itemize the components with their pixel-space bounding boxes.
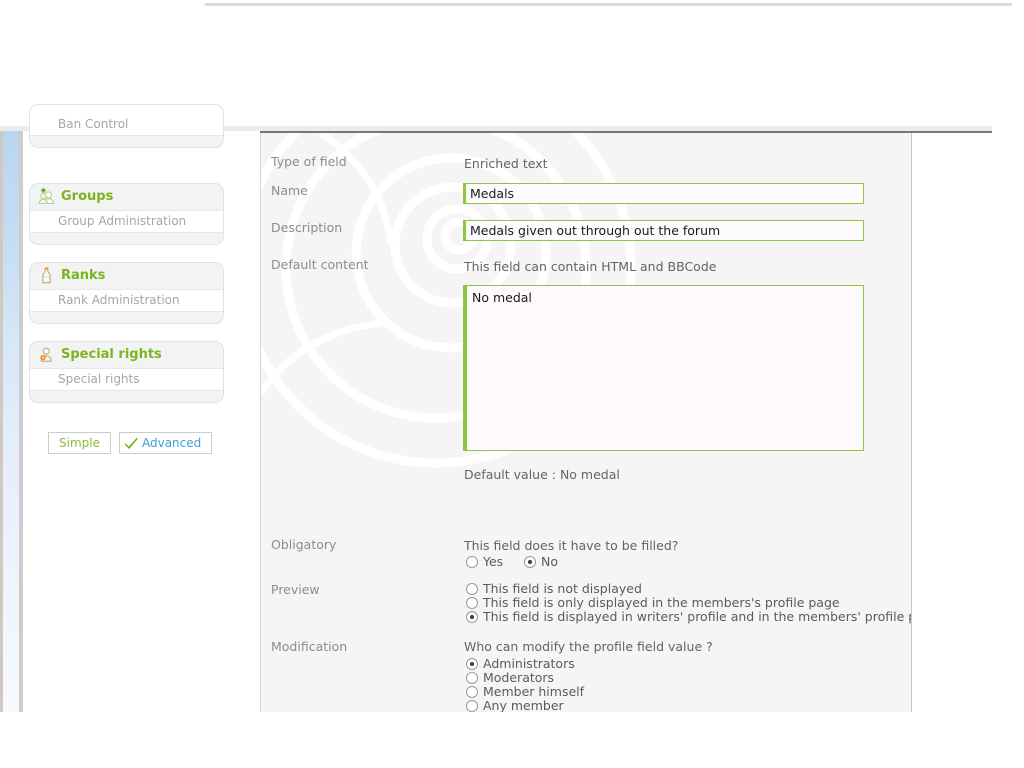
radio-preview-not-displayed[interactable]	[466, 582, 478, 595]
sidebar-block-special-rights: Special rights Special rights	[29, 341, 224, 403]
modification-option-3[interactable]: Member himself	[466, 684, 584, 699]
label-obligatory: Obligatory	[271, 537, 337, 552]
sidebar-block-footer	[30, 233, 223, 244]
sidebar-item-special-rights[interactable]: Special rights	[30, 368, 223, 391]
label-modification: Modification	[271, 639, 348, 654]
obligatory-question: This field does it have to be filled?	[464, 538, 679, 553]
green-check-icon	[124, 436, 139, 450]
radio-obligatory-no[interactable]	[524, 555, 536, 568]
sidebar-item-ban-control[interactable]: Ban Control	[30, 105, 223, 136]
value-type-of-field: Enriched text	[464, 156, 548, 171]
sidebar-block-footer	[30, 312, 223, 323]
sidebar-item-rank-administration[interactable]: Rank Administration	[30, 289, 223, 312]
modification-option-1-label: Administrators	[483, 656, 575, 671]
label-type-of-field: Type of field	[271, 154, 347, 169]
advanced-mode-label: Advanced	[141, 435, 202, 450]
sidebar-block-footer	[30, 391, 223, 402]
label-description: Description	[271, 220, 343, 235]
modification-option-2[interactable]: Moderators	[466, 670, 554, 685]
sidebar-block-groups-title: Groups	[61, 189, 114, 204]
default-content-hint: This field can contain HTML and BBCode	[464, 259, 717, 274]
description-input[interactable]	[463, 220, 864, 241]
sidebar-block-special-rights-title: Special rights	[61, 347, 162, 362]
sidebar-block-groups-header: Groups	[30, 184, 223, 210]
special-rights-icon	[38, 346, 55, 363]
radio-modification-administrators[interactable]	[466, 657, 478, 670]
sidebar-block-special-rights-header: Special rights	[30, 342, 223, 368]
label-preview: Preview	[271, 582, 320, 597]
modification-question: Who can modify the profile field value ?	[464, 639, 713, 654]
modification-option-2-label: Moderators	[483, 670, 555, 685]
sidebar-block-ban: Ban Control	[29, 104, 224, 148]
main-content-panel: Type of field Enriched text Name Descrip…	[260, 133, 912, 712]
label-name: Name	[271, 183, 308, 198]
radio-modification-moderators[interactable]	[466, 671, 478, 684]
rank-icon	[38, 267, 55, 284]
modification-option-3-label: Member himself	[483, 684, 585, 699]
modification-option-4[interactable]: Any member	[466, 698, 564, 712]
obligatory-option-yes[interactable]: Yes	[466, 554, 503, 569]
groups-icon	[38, 188, 55, 205]
radio-preview-writers-and-members[interactable]	[466, 610, 478, 623]
sidebar-block-footer	[30, 136, 223, 147]
sidebar-item-group-administration[interactable]: Group Administration	[30, 210, 223, 233]
preview-option-1-label: This field is not displayed	[483, 581, 642, 596]
preview-option-3[interactable]: This field is displayed in writers' prof…	[466, 609, 912, 624]
preview-option-3-label: This field is displayed in writers' prof…	[483, 609, 912, 624]
preview-option-2-label: This field is only displayed in the memb…	[483, 595, 840, 610]
radio-modification-any-member[interactable]	[466, 699, 478, 712]
modification-option-1[interactable]: Administrators	[466, 656, 575, 671]
sidebar: Ban Control Groups Group Administration	[23, 104, 260, 712]
page-accent-strip	[3, 131, 19, 712]
label-default-content: Default content	[271, 257, 369, 272]
modification-option-4-label: Any member	[483, 698, 564, 712]
simple-mode-label: Simple	[59, 435, 100, 450]
radio-modification-member-himself[interactable]	[466, 685, 478, 698]
obligatory-option-no-label: No	[541, 554, 558, 569]
top-divider-rule	[205, 3, 1012, 6]
obligatory-option-no[interactable]: No	[524, 554, 558, 569]
sidebar-block-ranks: Ranks Rank Administration	[29, 262, 224, 324]
radio-obligatory-yes[interactable]	[466, 555, 478, 568]
radio-preview-members-profile[interactable]	[466, 596, 478, 609]
mode-switch-group: Simple Advanced	[48, 432, 213, 454]
preview-option-2[interactable]: This field is only displayed in the memb…	[466, 595, 840, 610]
sidebar-block-groups: Groups Group Administration	[29, 183, 224, 245]
advanced-mode-button[interactable]: Advanced	[118, 432, 213, 454]
obligatory-option-yes-label: Yes	[483, 554, 504, 569]
default-content-textarea[interactable]	[463, 285, 864, 451]
sidebar-block-ranks-header: Ranks	[30, 263, 223, 289]
sidebar-block-ranks-title: Ranks	[61, 268, 106, 283]
simple-mode-button[interactable]: Simple	[48, 432, 111, 454]
preview-option-1[interactable]: This field is not displayed	[466, 581, 642, 596]
default-value-text: Default value : No medal	[464, 467, 620, 482]
name-input[interactable]	[463, 183, 864, 204]
